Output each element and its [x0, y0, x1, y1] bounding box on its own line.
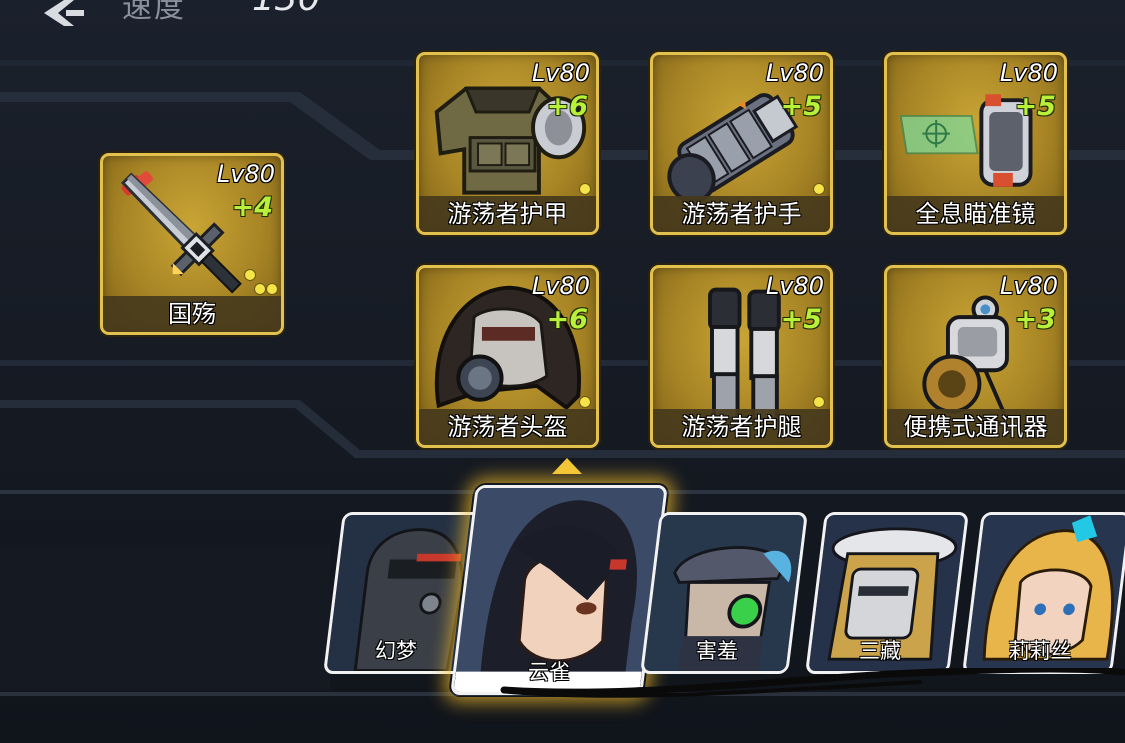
equipment-level: Lv80: [765, 272, 824, 300]
hero-name: 幻梦: [375, 639, 418, 663]
stat-bar: 速度 130: [30, 0, 390, 28]
star-dot-icon: [244, 269, 256, 281]
equipment-card-armor[interactable]: Lv80 +6 游荡者护甲: [416, 52, 599, 235]
equipment-level: Lv80: [531, 59, 590, 87]
equipment-name: 便携式通讯器: [903, 413, 1048, 441]
hero-card-sanzang[interactable]: 三藏: [805, 512, 969, 674]
equipment-card-leg-armor[interactable]: Lv80 +5 游荡者护腿: [650, 265, 833, 448]
hand-drawn-scribble: [500, 668, 1125, 698]
hero-name: 三藏: [859, 639, 902, 663]
hero-card-yunque[interactable]: 云雀: [450, 485, 668, 695]
selection-caret-icon: [552, 458, 582, 474]
weapon-level: Lv80: [216, 160, 275, 188]
equipment-name: 全息瞄准镜: [915, 200, 1036, 228]
stat-value: 130: [252, 0, 321, 19]
equipment-card-holo-sight[interactable]: Lv80 +5 全息瞄准镜: [884, 52, 1067, 235]
hero-name: 莉莉丝: [1008, 639, 1072, 663]
weapon-card[interactable]: Lv80 +4 国殇: [100, 153, 284, 335]
hero-card-lilisi[interactable]: 莉莉丝: [962, 512, 1125, 674]
equipment-enhance-level: +5: [780, 304, 822, 335]
hero-card-haixiu[interactable]: 害羞: [640, 512, 808, 674]
equipment-level: Lv80: [765, 59, 824, 87]
equipment-enhance-level: +6: [546, 91, 588, 122]
back-arrow-icon[interactable]: [44, 0, 84, 26]
equipment-level: Lv80: [999, 272, 1058, 300]
equipment-name: 游荡者护手: [681, 200, 802, 228]
weapon-name: 国殇: [168, 300, 216, 328]
equipment-name: 游荡者护甲: [447, 200, 568, 228]
equipment-enhance-level: +5: [780, 91, 822, 122]
equipment-level: Lv80: [999, 59, 1058, 87]
equipment-card-helmet[interactable]: Lv80 +6 游荡者头盔: [416, 265, 599, 448]
equipment-enhance-level: +5: [1014, 91, 1056, 122]
weapon-enhance-level: +4: [231, 192, 273, 223]
stat-label: 速度: [122, 0, 186, 25]
equipment-enhance-level: +6: [546, 304, 588, 335]
equipment-card-communicator[interactable]: Lv80 +3 便携式通讯器: [884, 265, 1067, 448]
equipment-name: 游荡者护腿: [681, 413, 802, 441]
hero-name: 害羞: [696, 639, 739, 663]
equipment-card-gauntlet[interactable]: Lv80 +5 游荡者护手: [650, 52, 833, 235]
equipment-level: Lv80: [531, 272, 590, 300]
equipment-name: 游荡者头盔: [447, 413, 568, 441]
equipment-enhance-level: +3: [1014, 304, 1056, 335]
